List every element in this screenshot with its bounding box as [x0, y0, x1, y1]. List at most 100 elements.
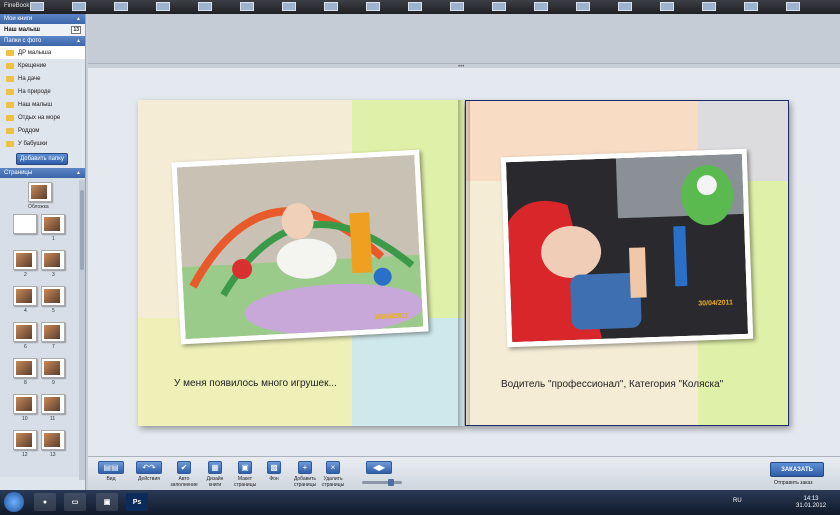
photo-frame[interactable]: 18/04/2011 [171, 149, 429, 345]
thumbnail-image [44, 433, 60, 447]
top-thumbnail[interactable] [450, 2, 464, 11]
page-thumbnail[interactable] [41, 358, 65, 378]
page-thumbnail[interactable] [13, 430, 37, 450]
folder-label: Наш малыш [18, 101, 53, 108]
top-thumbnail[interactable] [702, 2, 716, 11]
page-thumbnail[interactable] [13, 358, 37, 378]
folder-item[interactable]: На даче [0, 72, 85, 85]
folder-item[interactable]: Наш малыш [0, 98, 85, 111]
right-page[interactable]: 30/04/2011 Водитель "профессионал", Кате… [465, 100, 789, 426]
thumbnail-image [16, 433, 32, 447]
pages-header[interactable]: Страницы ▲ [0, 168, 85, 178]
add-pages-button[interactable]: + Добавить страницы [292, 461, 318, 488]
top-thumbnail[interactable] [744, 2, 758, 11]
actions-button[interactable]: ↶↷ Действия [136, 461, 162, 482]
view-button[interactable]: ▤▤ Вид [98, 461, 124, 482]
order-button[interactable]: ЗАКАЗАТЬ [770, 462, 824, 477]
page-thumbnail[interactable] [13, 214, 37, 234]
page-thumbnail[interactable] [41, 430, 65, 450]
my-books-header[interactable]: Мои книги ▲ [0, 14, 85, 24]
top-thumbnail[interactable] [114, 2, 128, 11]
chrome-taskbar-icon[interactable]: ● [34, 493, 56, 511]
page-thumbnail[interactable] [41, 214, 65, 234]
folder-item[interactable]: Роддом [0, 124, 85, 137]
top-thumbnail[interactable] [324, 2, 338, 11]
page-thumbnail[interactable] [13, 250, 37, 270]
cover-thumbnail[interactable] [28, 182, 52, 202]
top-thumbnail[interactable] [408, 2, 422, 11]
top-thumbnail[interactable] [534, 2, 548, 11]
book-design-label: Дизайн книги [206, 476, 224, 488]
top-thumbnail[interactable] [30, 2, 44, 11]
page-thumbnail[interactable] [13, 286, 37, 306]
thumbnail-image [16, 361, 32, 375]
view-mode-icon: ▤▤ [98, 461, 124, 474]
top-panel [88, 14, 840, 64]
page-thumbnail[interactable] [41, 250, 65, 270]
background-button[interactable]: ▩ Фон [264, 461, 284, 482]
page-thumbnail[interactable] [41, 394, 65, 414]
clock[interactable]: 14:13 31.01.2012 [796, 496, 826, 510]
top-thumbnail[interactable] [282, 2, 296, 11]
scrollbar-thumb[interactable] [80, 190, 84, 270]
folder-item[interactable]: На природе [0, 85, 85, 98]
collapse-chevron-icon[interactable]: ▲ [76, 170, 81, 176]
cover-label: Обложка [28, 204, 49, 210]
book-design-button[interactable]: ▦ Дизайн книги [202, 461, 228, 488]
thumbnail-image [44, 217, 60, 231]
folder-item[interactable]: У бабушки [0, 137, 85, 150]
top-thumbnail[interactable] [240, 2, 254, 11]
page-number: 5 [52, 308, 55, 314]
zoom-slider[interactable] [362, 481, 402, 484]
top-thumbnail[interactable] [198, 2, 212, 11]
photo-frame[interactable]: 30/04/2011 [500, 148, 754, 348]
add-pages-label: Добавить страницы [293, 476, 317, 488]
language-indicator[interactable]: RU [733, 498, 742, 504]
page-thumbnail[interactable] [41, 322, 65, 342]
prev-next-arrows-icon[interactable]: ◀▶ [366, 461, 392, 474]
page-number: 3 [52, 272, 55, 278]
folder-item[interactable]: Крещение [0, 59, 85, 72]
add-folder-button[interactable]: Добавить папку [16, 153, 68, 165]
page-layout-button[interactable]: ▣ Макет страницы [232, 461, 258, 488]
top-thumbnail[interactable] [156, 2, 170, 11]
os-taskbar: ● ▭ ▣ Ps RU 14:13 31.01.2012 [0, 490, 840, 515]
folder-icon [6, 140, 14, 147]
page-number: 7 [52, 344, 55, 350]
delete-pages-button[interactable]: × Удалить страницы [320, 461, 346, 488]
top-thumbnail[interactable] [660, 2, 674, 11]
page-thumbnails-list: Обложка 1 2 3 4 5 6 7 8 9 10 11 12 13 [0, 178, 85, 477]
zoom-slider-handle[interactable] [388, 479, 394, 486]
photo-folders-title: Папки с фото [4, 38, 42, 44]
left-page-caption[interactable]: У меня появилось много игрушек... [174, 378, 337, 389]
photo-folders-header[interactable]: Папки с фото ▲ [0, 36, 85, 46]
page-thumbnail[interactable] [13, 322, 37, 342]
thumbnail-image [16, 397, 32, 411]
top-thumbnail[interactable] [72, 2, 86, 11]
page-thumbnail[interactable] [41, 286, 65, 306]
page-navigation[interactable]: ◀▶ [366, 461, 392, 476]
top-thumbnail[interactable] [786, 2, 800, 11]
autofill-button[interactable]: ✔ Авто заполнение [170, 461, 198, 488]
left-page[interactable]: 18/04/2011 У меня появилось много игруше… [138, 100, 464, 426]
pages-scrollbar[interactable] [79, 180, 85, 480]
autofill-label: Авто заполнение [170, 476, 198, 488]
top-thumbnail[interactable] [366, 2, 380, 11]
collapse-chevron-icon[interactable]: ▲ [76, 16, 81, 22]
book-item[interactable]: Наш малыш 13 [0, 24, 85, 36]
finebook-taskbar-icon[interactable]: ▣ [96, 493, 118, 511]
photoshop-taskbar-icon[interactable]: Ps [126, 493, 148, 511]
top-thumbnail[interactable] [492, 2, 506, 11]
explorer-taskbar-icon[interactable]: ▭ [64, 493, 86, 511]
page-number: 13 [50, 452, 56, 458]
start-orb-icon[interactable] [4, 492, 24, 512]
top-thumbnail[interactable] [576, 2, 590, 11]
folder-item[interactable]: Отдых на море [0, 111, 85, 124]
top-thumbnail[interactable] [618, 2, 632, 11]
folder-label: У бабушки [18, 140, 48, 147]
page-thumbnail[interactable] [13, 394, 37, 414]
right-page-caption[interactable]: Водитель "профессионал", Категория "Коля… [501, 379, 723, 390]
folder-label: Крещение [18, 62, 47, 69]
collapse-chevron-icon[interactable]: ▲ [76, 38, 81, 44]
folder-item[interactable]: ДР малыша [0, 46, 85, 59]
